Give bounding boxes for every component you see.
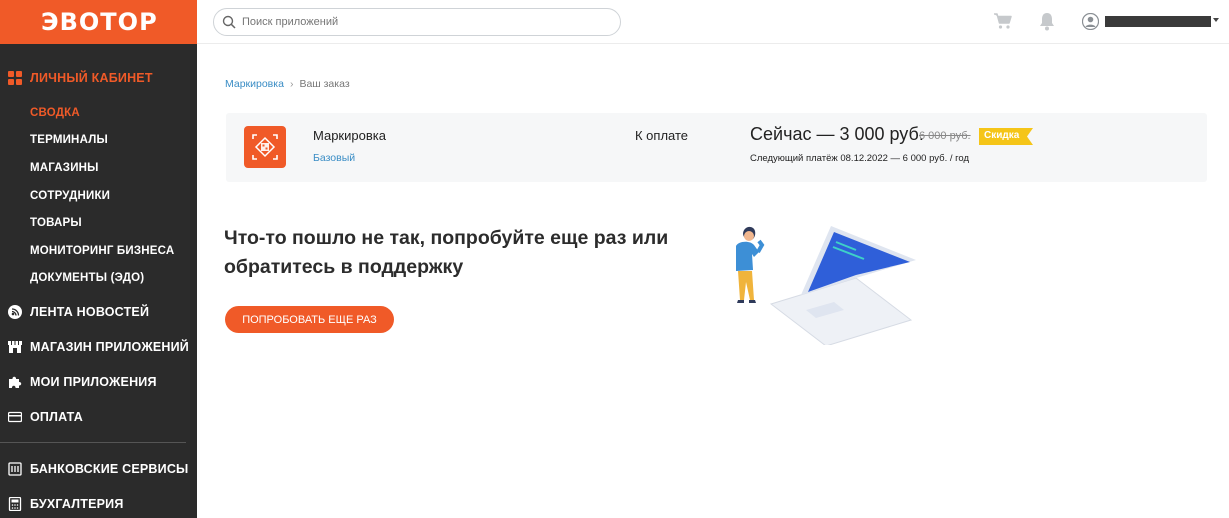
sidebar-section-bank-services[interactable]: БАНКОВСКИЕ СЕРВИСЫ bbox=[0, 459, 189, 479]
error-message: Что-то пошло не так, попробуйте еще раз … bbox=[224, 227, 669, 278]
discount-badge: Скидка bbox=[979, 128, 1033, 145]
retry-button[interactable]: Попробовать еще раз bbox=[225, 306, 394, 333]
price-now: Сейчас — 3 000 руб. bbox=[750, 124, 924, 144]
sidebar-section-label: ЛИЧНЫЙ КАБИНЕТ bbox=[30, 71, 153, 85]
sidebar-section-label: БАНКОВСКИЕ СЕРВИСЫ bbox=[30, 462, 189, 476]
search-icon bbox=[222, 15, 236, 29]
app-icon bbox=[244, 126, 286, 168]
dashboard-icon bbox=[8, 71, 22, 85]
marking-icon bbox=[252, 134, 278, 160]
price-old: 6 000 руб. bbox=[919, 130, 971, 142]
sidebar-section-payment[interactable]: ОПЛАТА bbox=[0, 407, 83, 427]
sidebar: ЭВОТОР ЛИЧНЫЙ КАБИНЕТ СВОДКА ТЕРМИНАЛЫ М… bbox=[0, 0, 197, 518]
credit-card-icon bbox=[8, 411, 22, 423]
sidebar-section-label: БУХГАЛТЕРИЯ bbox=[30, 497, 124, 511]
laptop-illustration bbox=[769, 226, 916, 345]
sidebar-item-products[interactable]: ТОВАРЫ bbox=[30, 217, 82, 229]
puzzle-icon bbox=[9, 376, 22, 388]
user-name-redacted[interactable] bbox=[1105, 16, 1211, 27]
sidebar-item-stores[interactable]: МАГАЗИНЫ bbox=[30, 162, 99, 174]
logo-text: ЭВОТОР bbox=[41, 8, 158, 36]
search-input[interactable] bbox=[242, 16, 602, 28]
sidebar-item-business-monitoring[interactable]: МОНИТОРИНГ БИЗНЕСА bbox=[30, 245, 174, 257]
sidebar-section-my-apps[interactable]: МОИ ПРИЛОЖЕНИЯ bbox=[0, 372, 157, 392]
error-illustration bbox=[736, 226, 916, 345]
sidebar-divider bbox=[0, 442, 186, 443]
pay-label: К оплате bbox=[635, 128, 689, 143]
user-menu-caret-icon[interactable] bbox=[1213, 18, 1219, 22]
breadcrumb-current: Ваш заказ bbox=[299, 78, 350, 90]
user-icon[interactable] bbox=[1082, 13, 1099, 30]
sidebar-item-documents[interactable]: ДОКУМЕНТЫ (ЭДО) bbox=[30, 272, 144, 284]
sidebar-section-label: ОПЛАТА bbox=[30, 410, 83, 424]
evotor-logo[interactable]: ЭВОТОР bbox=[0, 0, 197, 44]
sidebar-section-cabinet[interactable]: ЛИЧНЫЙ КАБИНЕТ bbox=[0, 68, 153, 88]
sidebar-item-terminals[interactable]: ТЕРМИНАЛЫ bbox=[30, 134, 108, 146]
app-name: Маркировка bbox=[313, 128, 386, 143]
sidebar-section-label: МАГАЗИН ПРИЛОЖЕНИЙ bbox=[30, 340, 189, 354]
cart-icon[interactable] bbox=[993, 12, 1013, 30]
app-plan-link[interactable]: Базовый bbox=[313, 152, 355, 164]
search-box[interactable] bbox=[213, 8, 621, 36]
sidebar-section-label: МОИ ПРИЛОЖЕНИЯ bbox=[30, 375, 157, 389]
sidebar-section-accounting[interactable]: БУХГАЛТЕРИЯ bbox=[0, 494, 124, 514]
discount-text: Скидка bbox=[984, 130, 1020, 141]
store-icon bbox=[8, 341, 22, 353]
bank-icon bbox=[8, 462, 22, 476]
news-feed-icon bbox=[8, 305, 22, 319]
sidebar-section-news[interactable]: ЛЕНТА НОВОСТЕЙ bbox=[0, 302, 149, 322]
breadcrumb-separator: › bbox=[289, 78, 294, 90]
bell-icon[interactable] bbox=[1039, 12, 1055, 31]
sidebar-section-label: ЛЕНТА НОВОСТЕЙ bbox=[30, 305, 150, 319]
person-illustration bbox=[736, 226, 765, 303]
sidebar-section-app-store[interactable]: МАГАЗИН ПРИЛОЖЕНИЙ bbox=[0, 337, 189, 357]
order-card: Маркировка Базовый К оплате Сейчас — 3 0… bbox=[226, 113, 1207, 182]
sidebar-item-summary[interactable]: СВОДКА bbox=[30, 107, 80, 119]
breadcrumb: Маркировка › Ваш заказ bbox=[225, 78, 350, 90]
calculator-icon bbox=[8, 497, 22, 511]
top-header bbox=[197, 0, 1229, 44]
breadcrumb-link[interactable]: Маркировка bbox=[225, 78, 284, 90]
sidebar-item-employees[interactable]: СОТРУДНИКИ bbox=[30, 190, 110, 202]
next-payment: Следующий платёж 08.12.2022 — 6 000 руб.… bbox=[750, 153, 970, 164]
